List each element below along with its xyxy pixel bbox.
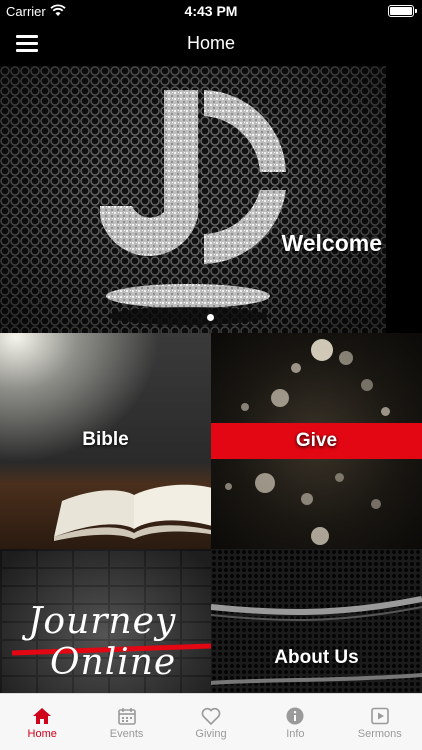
jc-logo	[100, 90, 286, 325]
battery-icon	[388, 5, 417, 17]
calendar-icon	[117, 708, 136, 725]
journey-online-script: Journey Online	[28, 601, 177, 684]
page-indicator-dot[interactable]	[207, 314, 214, 321]
give-label: Give	[295, 430, 338, 451]
status-bar: Carrier 4:43 PM	[0, 0, 422, 22]
bible-tile[interactable]: Bible	[0, 333, 211, 549]
tab-events[interactable]: Events	[84, 694, 168, 750]
metal-curve-decoration	[211, 596, 422, 685]
tab-sermons[interactable]: Sermons	[338, 694, 422, 750]
tab-giving[interactable]: Giving	[169, 694, 253, 750]
give-tile[interactable]: Give	[211, 333, 422, 549]
heart-icon	[201, 707, 221, 726]
tab-info[interactable]: Info	[253, 694, 337, 750]
journey-online-tile[interactable]: Journey Online	[0, 549, 211, 693]
about-us-label: About Us	[274, 647, 359, 668]
info-icon	[286, 707, 304, 725]
welcome-caption: Welcome	[281, 230, 382, 256]
tab-home[interactable]: Home	[0, 694, 84, 750]
tab-bar: Home Events Giving Info Sermons	[0, 693, 422, 750]
welcome-slider[interactable]: Welcome	[0, 66, 422, 333]
home-icon	[33, 708, 52, 724]
open-book-icon	[54, 484, 211, 541]
status-time: 4:43 PM	[184, 3, 238, 19]
navigation-bar: Home	[0, 22, 422, 66]
bible-label: Bible	[82, 429, 129, 450]
page-title: Home	[186, 33, 235, 53]
about-us-tile[interactable]: About Us	[211, 549, 422, 693]
play-icon	[370, 707, 389, 725]
